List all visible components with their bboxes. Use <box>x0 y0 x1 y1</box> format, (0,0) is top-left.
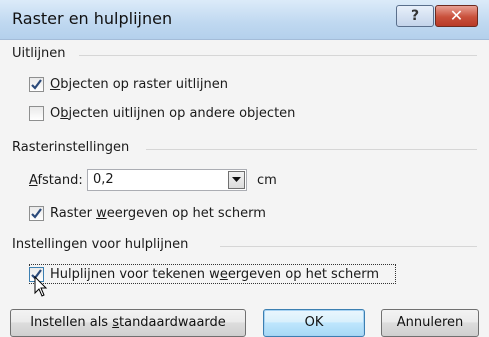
spacing-value: 0,2 <box>93 172 114 187</box>
ok-button[interactable]: OK <box>263 309 365 337</box>
chevron-down-icon <box>232 177 241 182</box>
snap-to-grid-option[interactable]: Objecten op raster uitlijnen <box>29 77 228 92</box>
close-button[interactable]: ✕ <box>435 5 478 27</box>
cancel-button[interactable]: Annuleren <box>381 309 479 337</box>
set-default-button[interactable]: Instellen als standaardwaarde <box>10 309 246 337</box>
show-guides-option[interactable]: Hulplijnen voor tekenen weergeven op het… <box>29 267 379 282</box>
mouse-pointer-icon <box>34 276 48 297</box>
snap-to-objects-option[interactable]: Objecten uitlijnen op andere objecten <box>29 106 295 121</box>
show-grid-checkbox[interactable] <box>29 206 44 221</box>
show-grid-option[interactable]: Raster weergeven op het scherm <box>29 206 266 221</box>
close-icon: ✕ <box>449 6 464 25</box>
spacing-dropdown-button[interactable] <box>228 171 245 189</box>
check-icon <box>31 79 42 90</box>
grid-group-label: Rasterinstellingen <box>12 140 130 155</box>
alignment-group-divider <box>79 55 477 56</box>
snap-to-objects-checkbox[interactable] <box>29 106 44 121</box>
help-button[interactable]: ? <box>396 5 434 27</box>
dialog-title: Raster en hulplijnen <box>12 9 173 28</box>
snap-to-objects-label: Objecten uitlijnen op andere objecten <box>50 106 296 121</box>
guides-group-divider <box>220 246 477 247</box>
snap-to-grid-label: Objecten op raster uitlijnen <box>50 77 228 92</box>
title-bar: Raster en hulplijnen ? ✕ <box>0 0 489 40</box>
guides-group-label: Instellingen voor hulplijnen <box>12 237 189 252</box>
snap-to-grid-checkbox[interactable] <box>29 77 44 92</box>
spacing-label: Afstand: <box>29 173 83 188</box>
spacing-unit: cm <box>257 173 277 188</box>
spacing-combobox[interactable]: 0,2 <box>87 169 247 191</box>
grid-group-divider <box>146 149 477 150</box>
help-icon: ? <box>410 8 420 24</box>
alignment-group-label: Uitlijnen <box>12 46 66 61</box>
show-guides-label: Hulplijnen voor tekenen weergeven op het… <box>50 267 379 282</box>
check-icon <box>31 208 42 219</box>
show-grid-label: Raster weergeven op het scherm <box>50 206 266 221</box>
